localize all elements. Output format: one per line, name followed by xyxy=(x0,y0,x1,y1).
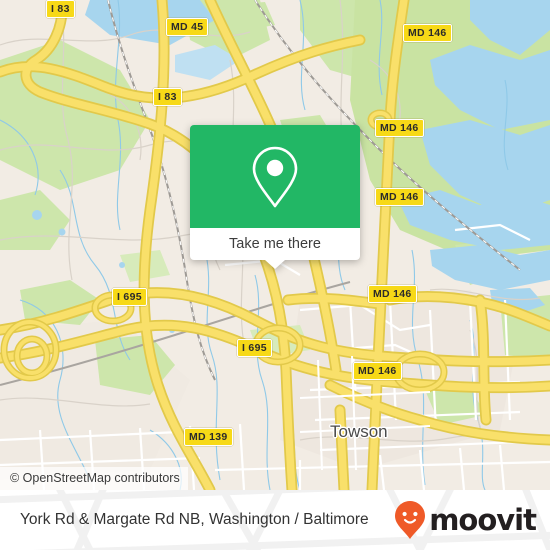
road-shield-label: MD 146 xyxy=(375,119,424,137)
road-shield-label: MD 139 xyxy=(184,428,233,446)
city-label: Towson xyxy=(330,422,388,441)
road-shield-label: MD 146 xyxy=(403,24,452,42)
osm-attribution[interactable]: © OpenStreetMap contributors xyxy=(0,467,188,490)
footer-bar: York Rd & Margate Rd NB, Washington / Ba… xyxy=(0,490,550,550)
road-shield-label: MD 146 xyxy=(375,188,424,206)
road-shield-label: I 695 xyxy=(112,288,147,306)
road-shield-label: I 83 xyxy=(46,0,75,18)
moovit-brand[interactable]: moovit xyxy=(393,500,537,540)
road-shield-label: I 83 xyxy=(153,88,182,106)
road-shield-label: I 695 xyxy=(237,339,272,357)
take-me-there-button[interactable]: Take me there xyxy=(190,228,360,260)
moovit-pin-smiley-icon xyxy=(395,501,426,539)
location-title: York Rd & Margate Rd NB, Washington / Ba… xyxy=(20,511,369,528)
destination-callout[interactable]: Take me there xyxy=(190,125,360,269)
moovit-wordmark: moovit xyxy=(429,502,537,537)
callout-pointer xyxy=(265,260,285,269)
map-pin-icon xyxy=(252,146,298,207)
road-shield-label: MD 146 xyxy=(353,362,402,380)
callout-pin-area xyxy=(190,125,360,228)
road-shield-label: MD 45 xyxy=(166,18,209,36)
map-screenshot: I 83 MD 45 MD 146 I 83 MD 146 MD 146 I 695 MD 1… xyxy=(0,0,550,550)
road-shield-label: MD 146 xyxy=(368,285,417,303)
footer-content: York Rd & Margate Rd NB, Washington / Ba… xyxy=(0,490,550,550)
take-me-there-label: Take me there xyxy=(229,235,321,252)
